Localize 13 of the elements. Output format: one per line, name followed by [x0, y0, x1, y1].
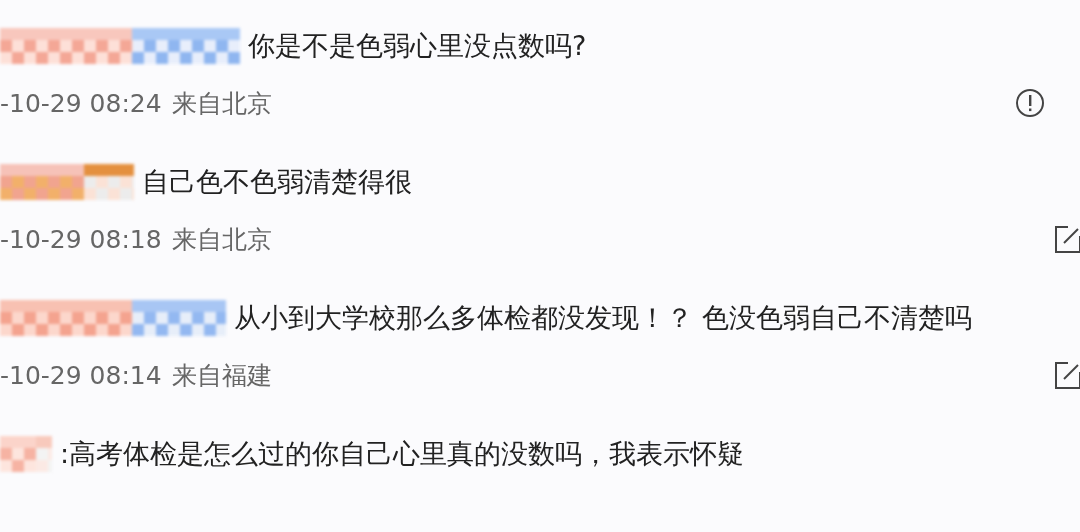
comment-location: 来自福建 [171, 359, 272, 392]
comment-text: 你是不是色弱心里没点数吗? [248, 29, 587, 63]
share-icon[interactable] [1054, 224, 1080, 254]
exclamation-icon[interactable] [1015, 88, 1045, 118]
comment-text: 从小到大学校那么多体检都没发现！？ 色没色弱自己不清楚吗 [234, 301, 972, 335]
share-icon[interactable] [1054, 360, 1080, 390]
comment-text: :高考体检是怎么过的你自己心里真的没数吗，我表示怀疑 [60, 437, 745, 471]
comment-text: 自己色不色弱清楚得很 [142, 165, 412, 199]
comment-location: 来自北京 [171, 87, 272, 120]
comment-time: -10-29 08:24 [0, 88, 162, 118]
comment-location: 来自北京 [171, 223, 272, 256]
comment-time: -10-29 08:14 [0, 360, 162, 390]
comment-time: -10-29 08:18 [0, 224, 162, 254]
